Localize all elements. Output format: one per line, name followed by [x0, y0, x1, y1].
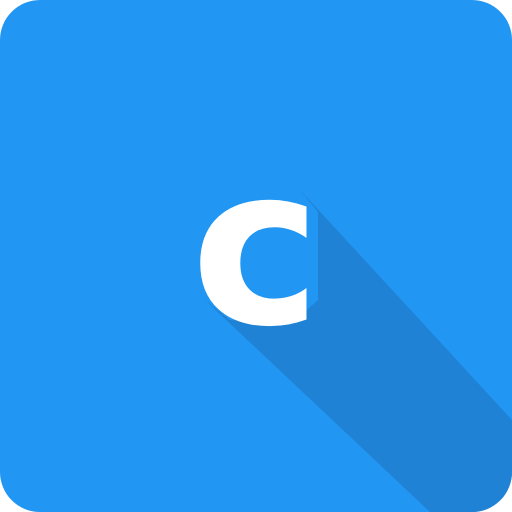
- letter-c-icon: c: [190, 119, 322, 375]
- app-icon-tile: c: [0, 0, 512, 512]
